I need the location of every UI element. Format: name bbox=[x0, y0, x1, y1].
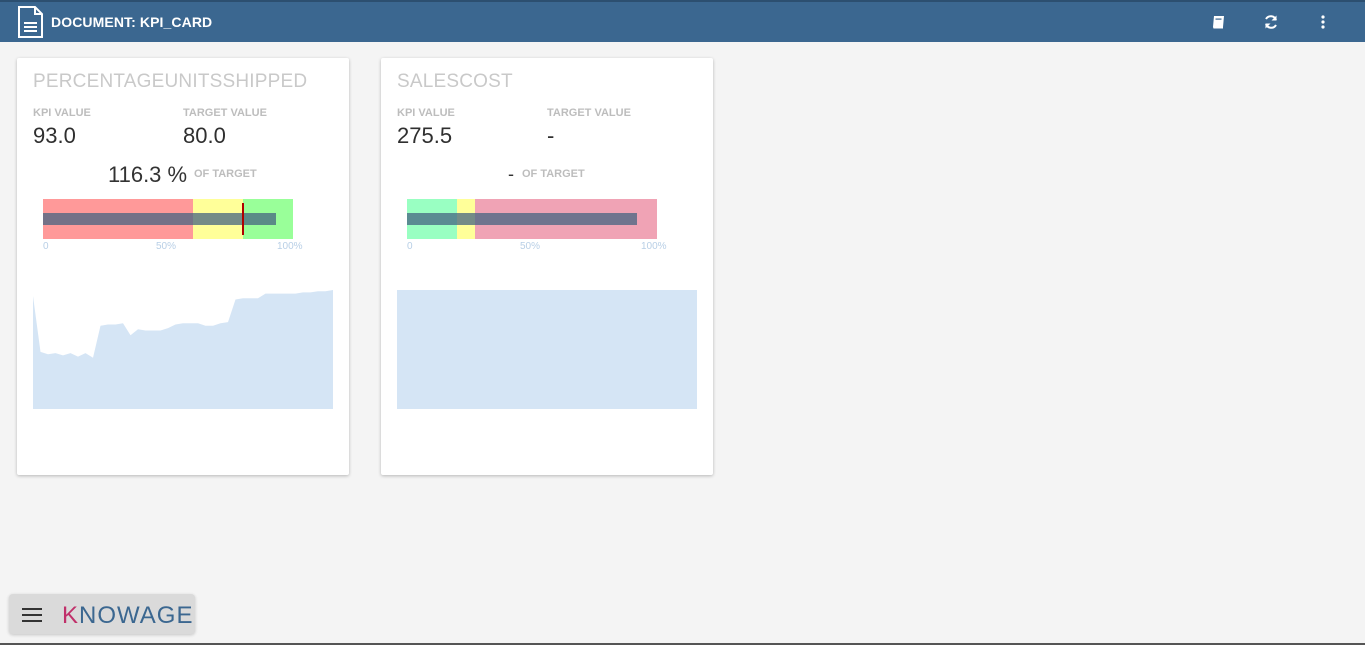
kpi-card-percentage-units-shipped: PERCENTAGEUNITSSHIPPED KPI VALUE TARGET … bbox=[17, 58, 349, 475]
bullet-gauge bbox=[407, 199, 657, 239]
gauge-value-bar bbox=[43, 213, 276, 225]
gauge-target-marker bbox=[242, 203, 244, 235]
gauge-axis: 0 50% 100% bbox=[43, 241, 303, 255]
gauge-tick-label: 100% bbox=[277, 241, 303, 252]
page-title: DOCUMENT: KPI_CARD bbox=[51, 14, 213, 30]
kpi-value-label: KPI VALUE bbox=[397, 107, 455, 119]
gauge-axis: 0 50% 100% bbox=[407, 241, 667, 255]
bullet-gauge bbox=[43, 199, 293, 239]
gauge-tick-label: 100% bbox=[641, 241, 667, 252]
target-value: 80.0 bbox=[183, 123, 226, 148]
of-target-label: OF TARGET bbox=[522, 168, 585, 180]
percent-of-target: 116.3 % bbox=[108, 162, 188, 187]
sparkline-area bbox=[33, 290, 333, 409]
knowage-logo: KNOWAGE bbox=[62, 602, 194, 629]
sparkline-area bbox=[397, 290, 697, 409]
document-icon bbox=[18, 6, 43, 38]
target-value: - bbox=[547, 123, 555, 148]
more-vertical-icon[interactable] bbox=[1313, 12, 1333, 32]
hamburger-menu-icon[interactable] bbox=[22, 608, 42, 622]
gauge-tick-label: 0 bbox=[43, 241, 49, 252]
kpi-card-title: PERCENTAGEUNITSSHIPPED bbox=[33, 71, 308, 92]
refresh-icon[interactable] bbox=[1261, 12, 1281, 32]
sparkline-chart bbox=[397, 290, 697, 409]
app-footer-menu: KNOWAGE bbox=[9, 594, 195, 634]
gauge-value-bar bbox=[407, 213, 637, 225]
kpi-value: 93.0 bbox=[33, 123, 76, 148]
of-target-label: OF TARGET bbox=[194, 168, 257, 180]
target-value-label: TARGET VALUE bbox=[183, 107, 267, 119]
book-icon[interactable] bbox=[1209, 12, 1229, 32]
gauge-tick-label: 0 bbox=[407, 241, 413, 252]
sparkline-chart bbox=[33, 290, 333, 409]
percent-of-target: - bbox=[508, 164, 514, 184]
kpi-value-label: KPI VALUE bbox=[33, 107, 91, 119]
top-toolbar: DOCUMENT: KPI_CARD bbox=[0, 0, 1365, 42]
target-value-label: TARGET VALUE bbox=[547, 107, 631, 119]
gauge-tick-label: 50% bbox=[520, 241, 541, 252]
kpi-value: 275.5 bbox=[397, 123, 453, 148]
kpi-card-sales-cost: SALESCOST KPI VALUE TARGET VALUE 275.5 -… bbox=[381, 58, 713, 475]
kpi-card-title: SALESCOST bbox=[397, 71, 513, 92]
gauge-tick-label: 50% bbox=[156, 241, 177, 252]
